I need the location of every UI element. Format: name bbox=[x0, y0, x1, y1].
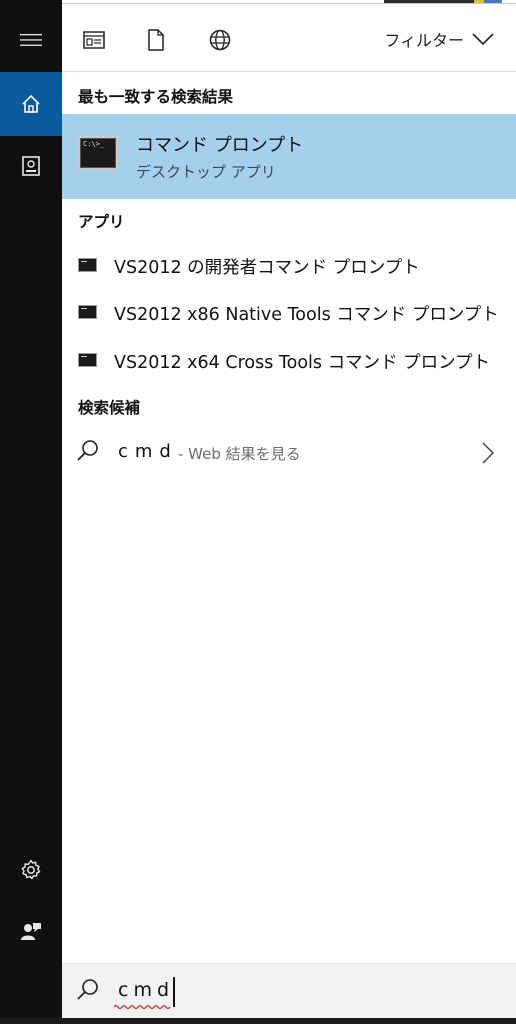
spellcheck-underline bbox=[114, 1004, 171, 1010]
search-input[interactable]: cmd bbox=[118, 979, 174, 1001]
left-rail bbox=[0, 0, 62, 1024]
command-prompt-icon bbox=[78, 258, 97, 272]
home-button[interactable] bbox=[0, 72, 62, 136]
web-globe-icon bbox=[209, 29, 231, 51]
menu-button[interactable] bbox=[0, 8, 62, 72]
chevron-right-icon bbox=[482, 442, 494, 464]
filter-toolbar: フィルター bbox=[62, 4, 516, 72]
taskbar bbox=[0, 1018, 516, 1024]
feedback-button[interactable] bbox=[0, 900, 62, 964]
chevron-down-icon bbox=[472, 33, 494, 45]
feedback-icon bbox=[21, 923, 41, 940]
search-results-panel: フィルター 最も一致する検索結果 C:\>_ コマンド プロンプト デスクトップ… bbox=[62, 4, 516, 1018]
notebook-button[interactable] bbox=[0, 134, 62, 198]
best-match-result[interactable]: C:\>_ コマンド プロンプト デスクトップ アプリ bbox=[62, 114, 516, 199]
apps-filter-button[interactable] bbox=[78, 24, 110, 56]
gear-icon bbox=[21, 859, 41, 880]
settings-button[interactable] bbox=[0, 838, 62, 902]
best-match-title: コマンド プロンプト bbox=[136, 135, 304, 156]
app-result-item[interactable]: VS2012 x86 Native Tools コマンド プロンプト bbox=[62, 289, 516, 335]
search-icon bbox=[77, 440, 98, 461]
web-suggestion-item[interactable]: cmd - Web 結果を見る bbox=[62, 428, 516, 476]
home-icon bbox=[22, 94, 40, 113]
search-icon bbox=[77, 979, 98, 1000]
command-prompt-icon: C:\>_ bbox=[78, 136, 118, 170]
apps-heading: アプリ bbox=[78, 213, 125, 231]
web-filter-button[interactable] bbox=[204, 24, 236, 56]
app-result-label: VS2012 x86 Native Tools コマンド プロンプト bbox=[114, 305, 499, 325]
app-result-item[interactable]: VS2012 x64 Cross Tools コマンド プロンプト bbox=[62, 337, 516, 383]
documents-filter-button[interactable] bbox=[140, 24, 172, 56]
suggestion-query: cmd bbox=[118, 441, 178, 462]
hamburger-icon bbox=[20, 34, 42, 46]
app-result-item[interactable]: VS2012 の開発者コマンド プロンプト bbox=[62, 242, 516, 288]
app-result-label: VS2012 の開発者コマンド プロンプト bbox=[114, 258, 420, 278]
command-prompt-icon-text: C:\>_ bbox=[83, 140, 105, 148]
best-match-heading: 最も一致する検索結果 bbox=[78, 88, 234, 106]
toolbar-divider bbox=[62, 71, 516, 72]
app-result-label: VS2012 x64 Cross Tools コマンド プロンプト bbox=[114, 353, 491, 373]
notebook-icon bbox=[22, 156, 40, 176]
command-prompt-icon bbox=[78, 353, 97, 367]
filter-label: フィルター bbox=[384, 31, 464, 50]
apps-filter-icon bbox=[83, 31, 105, 49]
taskbar-edge bbox=[0, 0, 516, 4]
search-suggestions-heading: 検索候補 bbox=[78, 399, 141, 417]
command-prompt-icon bbox=[78, 305, 97, 319]
text-caret bbox=[173, 977, 175, 1007]
best-match-subtitle: デスクトップ アプリ bbox=[136, 163, 276, 181]
search-box[interactable]: cmd bbox=[62, 963, 516, 1018]
suggestion-suffix: - Web 結果を見る bbox=[178, 445, 301, 463]
filter-dropdown[interactable]: フィルター bbox=[384, 26, 494, 52]
documents-icon bbox=[148, 29, 164, 51]
